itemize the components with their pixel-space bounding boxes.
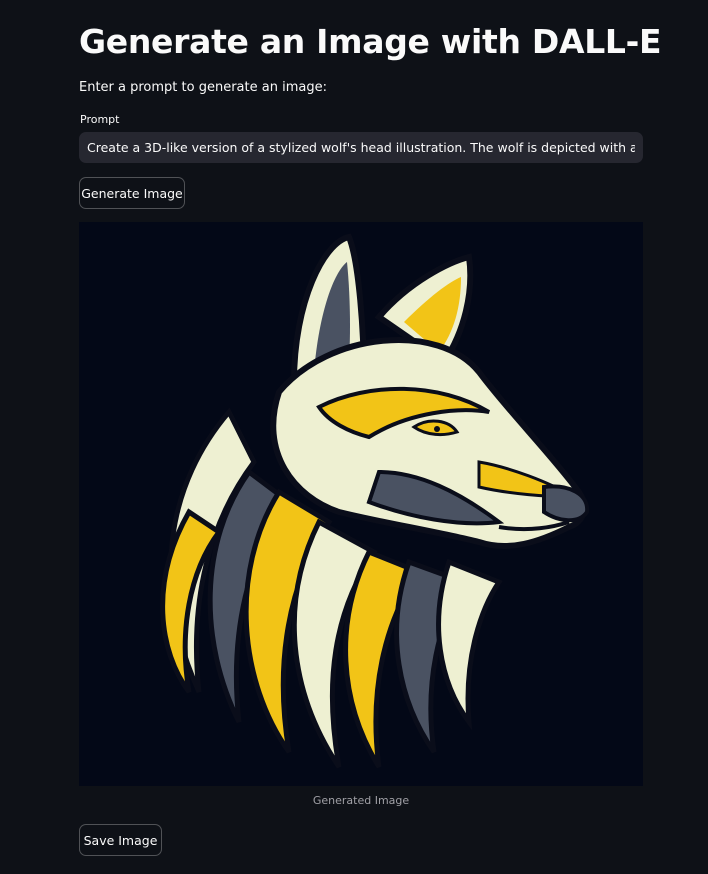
page-title: Generate an Image with DALL-E: [79, 22, 662, 61]
generated-image: [79, 222, 643, 786]
image-caption: Generated Image: [312, 794, 410, 807]
save-image-button[interactable]: Save Image: [79, 824, 162, 856]
prompt-input[interactable]: [87, 132, 635, 163]
prompt-field-wrapper: [79, 132, 643, 163]
wolf-head-illustration: [79, 222, 643, 786]
generate-image-button[interactable]: Generate Image: [79, 177, 185, 209]
instructions-text: Enter a prompt to generate an image:: [79, 80, 327, 95]
prompt-label: Prompt: [80, 113, 120, 126]
